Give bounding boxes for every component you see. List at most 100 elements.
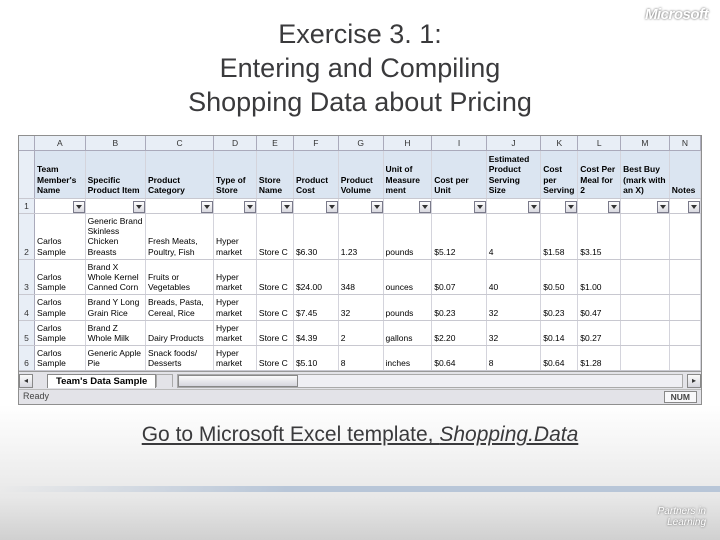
row-number[interactable]: 1	[19, 199, 35, 213]
data-cell[interactable]	[621, 214, 670, 259]
data-cell[interactable]: $1.28	[578, 346, 621, 370]
data-cell[interactable]: $0.64	[541, 346, 578, 370]
data-cell[interactable]: Fruits or Vegetables	[146, 260, 214, 295]
data-cell[interactable]: $0.23	[541, 295, 578, 319]
header-cell[interactable]: Estimated Product Serving Size	[487, 151, 542, 198]
col-header-C[interactable]: C	[146, 136, 214, 150]
header-cell[interactable]: Notes	[670, 151, 701, 198]
horizontal-scrollbar[interactable]	[177, 374, 683, 388]
data-cell[interactable]: $7.45	[294, 295, 339, 319]
data-cell[interactable]: $24.00	[294, 260, 339, 295]
data-cell[interactable]: $1.00	[578, 260, 621, 295]
header-cell[interactable]: Team Member's Name	[35, 151, 86, 198]
data-cell[interactable]: $0.27	[578, 321, 621, 345]
filter-dropdown-icon[interactable]	[281, 201, 293, 213]
row-number[interactable]: 5	[19, 321, 35, 345]
data-cell[interactable]: pounds	[384, 214, 433, 259]
col-header-M[interactable]: M	[621, 136, 670, 150]
data-cell[interactable]: Hyper market	[214, 260, 257, 295]
filter-dropdown-icon[interactable]	[657, 201, 669, 213]
header-cell[interactable]: Product Volume	[339, 151, 384, 198]
filter-dropdown-icon[interactable]	[201, 201, 213, 213]
data-cell[interactable]: Brand Z Whole Milk	[86, 321, 146, 345]
filter-dropdown-icon[interactable]	[608, 201, 620, 213]
row-number[interactable]: 6	[19, 346, 35, 370]
data-cell[interactable]: inches	[384, 346, 433, 370]
header-cell[interactable]: Specific Product Item	[86, 151, 146, 198]
data-cell[interactable]: gallons	[384, 321, 433, 345]
filter-dropdown-icon[interactable]	[133, 201, 145, 213]
data-cell[interactable]: 32	[487, 321, 542, 345]
data-cell[interactable]	[621, 321, 670, 345]
data-cell[interactable]: $4.39	[294, 321, 339, 345]
data-cell[interactable]: Hyper market	[214, 346, 257, 370]
data-cell[interactable]: $3.15	[578, 214, 621, 259]
data-cell[interactable]: 348	[339, 260, 384, 295]
data-cell[interactable]	[621, 346, 670, 370]
filter-dropdown-icon[interactable]	[565, 201, 577, 213]
header-cell[interactable]: Type of Store	[214, 151, 257, 198]
data-cell[interactable]: Brand X Whole Kernel Canned Corn	[86, 260, 146, 295]
data-cell[interactable]: $0.50	[541, 260, 578, 295]
data-cell[interactable]: 32	[487, 295, 542, 319]
template-link[interactable]: Go to Microsoft Excel template, Shopping…	[0, 423, 720, 447]
col-header-H[interactable]: H	[384, 136, 433, 150]
data-cell[interactable]: 32	[339, 295, 384, 319]
header-cell[interactable]: Product Category	[146, 151, 214, 198]
data-cell[interactable]	[670, 260, 701, 295]
data-cell[interactable]: $0.64	[432, 346, 487, 370]
data-cell[interactable]: pounds	[384, 295, 433, 319]
data-cell[interactable]: Store C	[257, 346, 294, 370]
data-cell[interactable]: Store C	[257, 214, 294, 259]
select-all-corner[interactable]	[19, 136, 35, 150]
data-cell[interactable]: $0.23	[432, 295, 487, 319]
data-cell[interactable]	[670, 295, 701, 319]
filter-dropdown-icon[interactable]	[326, 201, 338, 213]
data-cell[interactable]: $1.58	[541, 214, 578, 259]
sheet-tab[interactable]	[156, 374, 173, 387]
data-cell[interactable]: ounces	[384, 260, 433, 295]
data-cell[interactable]: Carlos Sample	[35, 260, 86, 295]
data-cell[interactable]	[670, 321, 701, 345]
active-sheet-tab[interactable]: Team's Data Sample	[47, 374, 156, 388]
col-header-I[interactable]: I	[432, 136, 487, 150]
scroll-right-icon[interactable]: ▸	[687, 374, 701, 388]
data-cell[interactable]: Breads, Pasta, Cereal, Rice	[146, 295, 214, 319]
data-cell[interactable]: 2	[339, 321, 384, 345]
data-cell[interactable]: $0.47	[578, 295, 621, 319]
data-cell[interactable]: Store C	[257, 295, 294, 319]
col-header-K[interactable]: K	[541, 136, 578, 150]
data-cell[interactable]: Fresh Meats, Poultry, Fish	[146, 214, 214, 259]
data-cell[interactable]: Generic Brand Skinless Chicken Breasts	[86, 214, 146, 259]
data-cell[interactable]: 1.23	[339, 214, 384, 259]
filter-dropdown-icon[interactable]	[371, 201, 383, 213]
tab-nav-first-icon[interactable]: ◂	[19, 374, 33, 388]
filter-dropdown-icon[interactable]	[688, 201, 700, 213]
data-cell[interactable]	[670, 346, 701, 370]
data-cell[interactable]: $0.07	[432, 260, 487, 295]
filter-dropdown-icon[interactable]	[474, 201, 486, 213]
col-header-N[interactable]: N	[670, 136, 701, 150]
data-cell[interactable]: Carlos Sample	[35, 295, 86, 319]
data-cell[interactable]	[621, 295, 670, 319]
data-cell[interactable]: Carlos Sample	[35, 214, 86, 259]
data-cell[interactable]: Carlos Sample	[35, 321, 86, 345]
col-header-D[interactable]: D	[214, 136, 257, 150]
col-header-J[interactable]: J	[487, 136, 542, 150]
data-cell[interactable]: 8	[339, 346, 384, 370]
data-cell[interactable]: $5.10	[294, 346, 339, 370]
data-cell[interactable]: 8	[487, 346, 542, 370]
col-header-A[interactable]: A	[35, 136, 86, 150]
data-cell[interactable]: 4	[487, 214, 542, 259]
header-cell[interactable]: Store Name	[257, 151, 294, 198]
header-cell[interactable]: Cost Per Meal for 2	[578, 151, 621, 198]
data-cell[interactable]: Hyper market	[214, 295, 257, 319]
data-cell[interactable]	[621, 260, 670, 295]
data-cell[interactable]: Store C	[257, 260, 294, 295]
filter-dropdown-icon[interactable]	[244, 201, 256, 213]
filter-dropdown-icon[interactable]	[528, 201, 540, 213]
header-cell[interactable]: Best Buy (mark with an X)	[621, 151, 670, 198]
col-header-F[interactable]: F	[294, 136, 339, 150]
row-number[interactable]: 3	[19, 260, 35, 295]
data-cell[interactable]: Dairy Products	[146, 321, 214, 345]
